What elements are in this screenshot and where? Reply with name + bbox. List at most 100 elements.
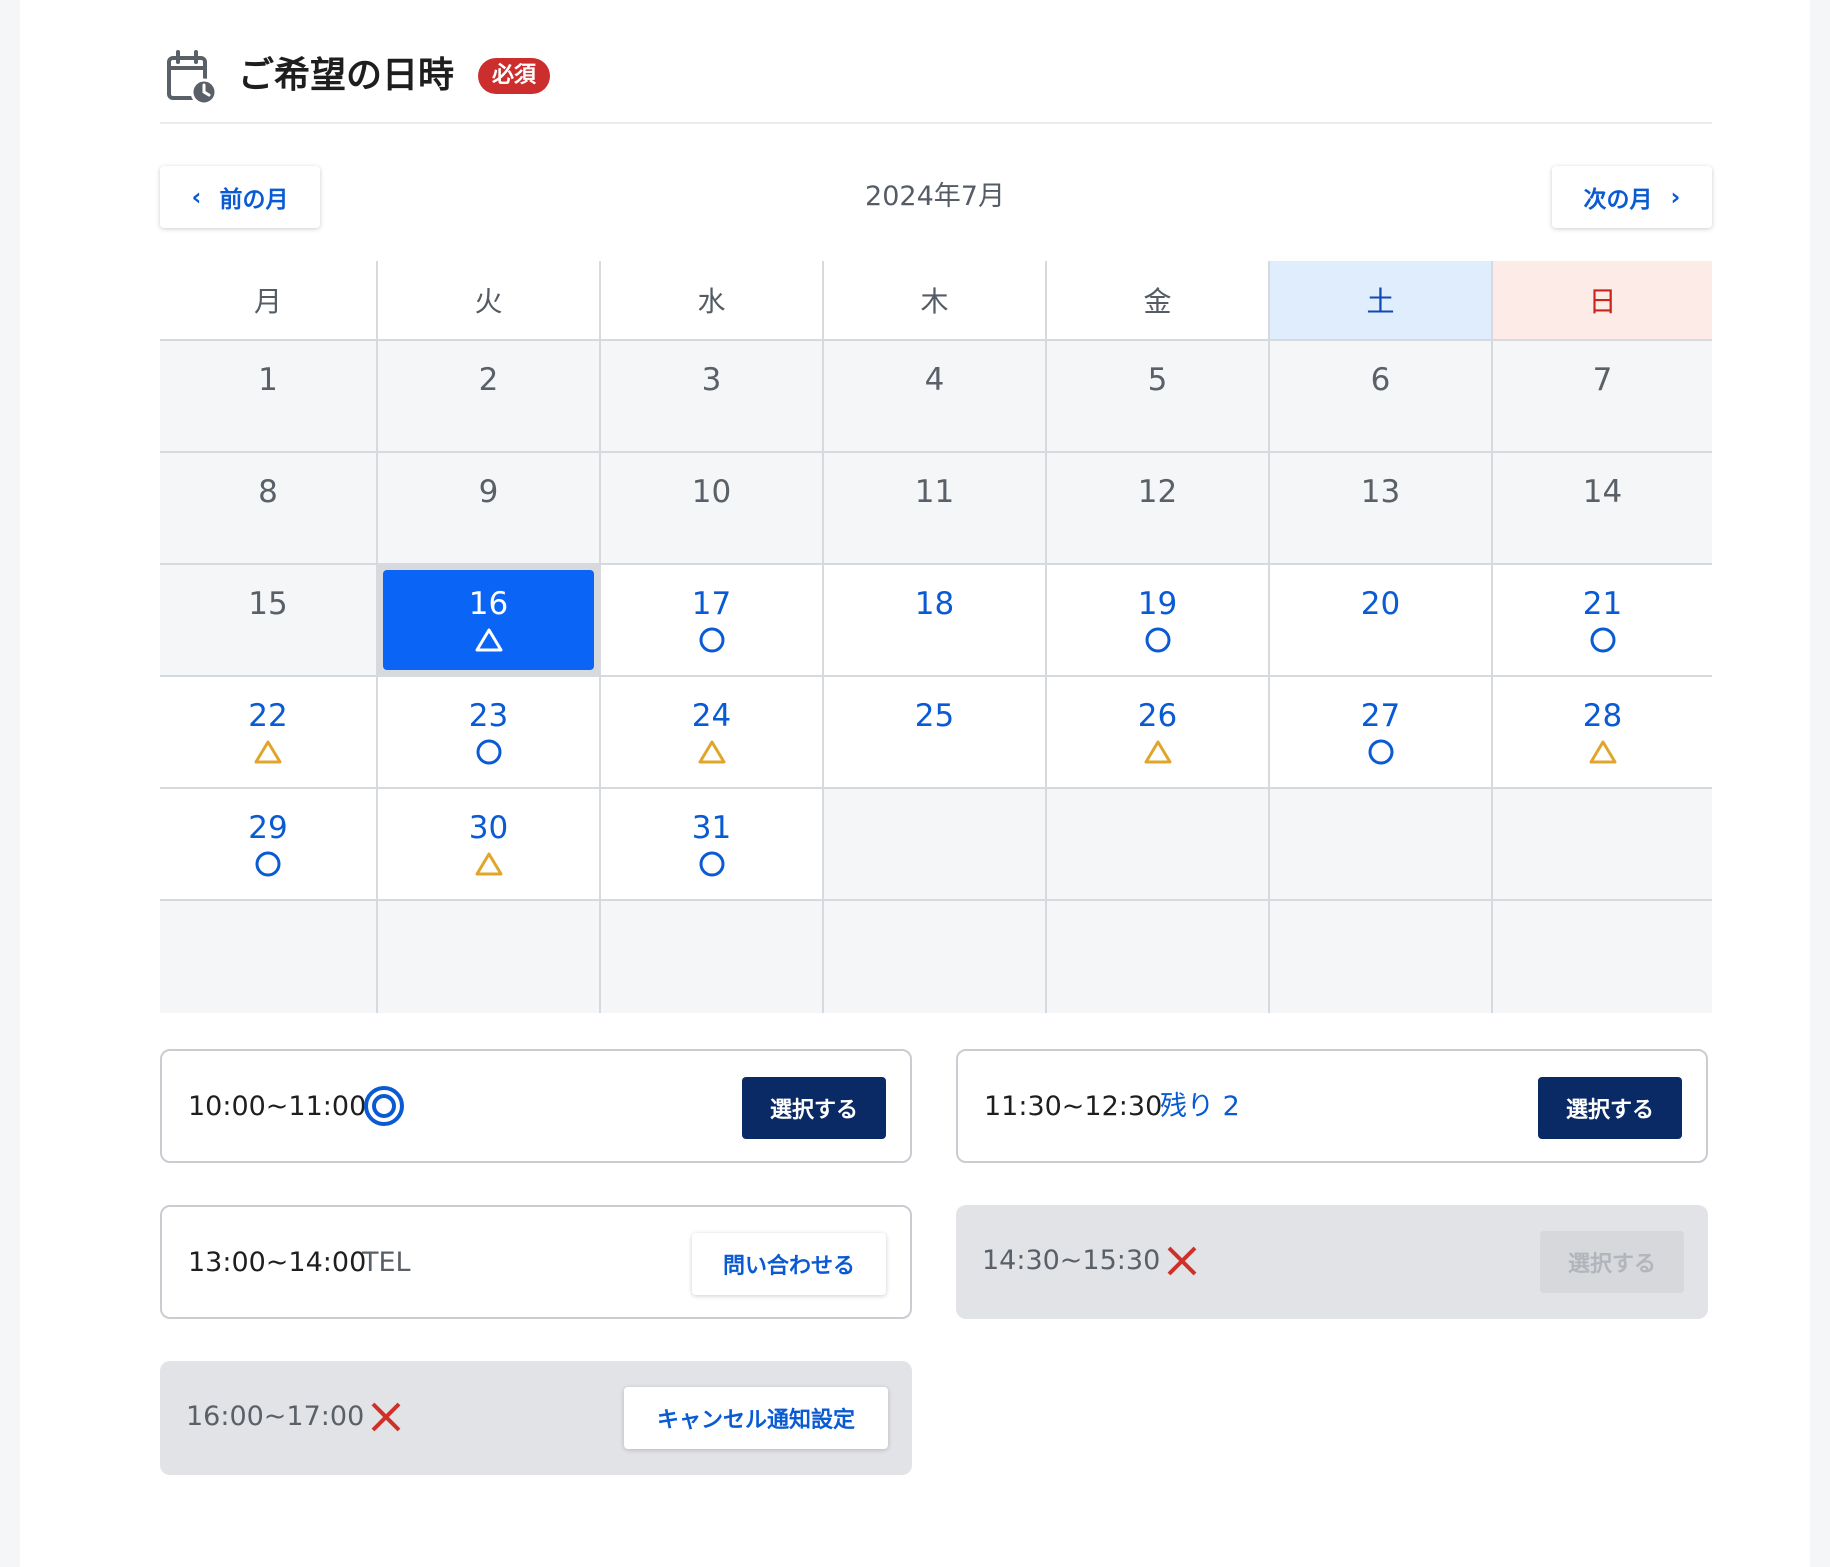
next-month-label: 次の月 [1583,187,1653,213]
day-number: 2 [478,362,499,398]
calendar-day[interactable]: 31 [601,789,824,901]
remaining-count: 残り 2 [1160,1091,1240,1122]
calendar-empty-cell [378,901,601,1013]
calendar-day[interactable]: 20 [1270,565,1493,677]
calendar-day: 10 [601,453,824,565]
day-number: 19 [1137,586,1178,622]
chevron-left-icon: ‹ [191,183,202,211]
calendar-empty-cell [824,789,1047,901]
day-number: 26 [1137,698,1178,734]
select-button[interactable]: 選択する [742,1077,886,1139]
calendar-day: 3 [601,341,824,453]
day-number: 7 [1592,362,1613,398]
triangle-icon [160,737,376,767]
slot-time: 13:00~14:00 [188,1247,367,1278]
calendar-day[interactable]: 21 [1493,565,1712,677]
day-number: 29 [248,810,288,846]
slot-time: 10:00~11:00 [188,1091,367,1122]
calendar-day[interactable]: 16 [378,565,601,677]
weekday-thu: 木 [824,261,1047,341]
reservation-card: ご希望の日時 必須 ‹ 前の月 2024年7月 次の月 › 月 火 水 木 金 … [20,0,1810,1567]
day-number: 3 [701,362,722,398]
required-badge: 必須 [478,58,551,94]
calendar-day[interactable]: 24 [601,677,824,789]
calendar-day[interactable]: 30 [378,789,601,901]
weekday-sun: 日 [1493,261,1712,341]
circle-icon [160,849,376,879]
day-number: 27 [1360,698,1401,734]
day-number: 18 [914,586,955,622]
triangle-icon [1047,737,1268,767]
weekday-mon: 月 [160,261,378,341]
calendar-clock-icon [167,50,218,106]
calendar-day: 14 [1493,453,1712,565]
day-number: 1 [258,362,278,398]
triangle-icon [1493,737,1712,767]
weekday-tue: 火 [378,261,601,341]
calendar-day[interactable]: 27 [1270,677,1493,789]
prev-month-label: 前の月 [219,187,289,213]
calendar-day[interactable]: 29 [160,789,378,901]
day-number: 16 [468,586,509,622]
calendar-day[interactable]: 23 [378,677,601,789]
day-number: 8 [258,474,278,510]
triangle-icon [378,625,599,655]
time-slot: 10:00~11:00 選択する [160,1049,912,1163]
day-number: 15 [248,586,288,622]
circle-icon [1047,625,1268,655]
day-number: 22 [248,698,288,734]
circle-icon [601,625,822,655]
calendar-day: 6 [1270,341,1493,453]
tel-label: TEL [362,1247,411,1278]
page-title: ご希望の日時 [238,55,455,96]
triangle-icon [378,849,599,879]
day-number: 5 [1147,362,1168,398]
calendar-day: 9 [378,453,601,565]
calendar-day[interactable]: 19 [1047,565,1270,677]
weekday-wed: 水 [601,261,824,341]
day-number: 30 [468,810,509,846]
circle-icon [601,849,822,879]
cancel-notify-button[interactable]: キャンセル通知設定 [624,1387,888,1449]
cross-icon [1167,1246,1197,1276]
prev-month-button[interactable]: ‹ 前の月 [160,166,320,228]
calendar-day: 1 [160,341,378,453]
calendar-day: 13 [1270,453,1493,565]
triangle-icon [601,737,822,767]
select-button[interactable]: 選択する [1538,1077,1682,1139]
time-slot: 14:30~15:30 選択する [956,1205,1708,1319]
calendar-day[interactable]: 25 [824,677,1047,789]
chevron-right-icon: › [1670,183,1681,211]
circle-icon [378,737,599,767]
calendar-day: 11 [824,453,1047,565]
day-number: 24 [691,698,732,734]
day-number: 11 [914,474,955,510]
time-slot: 11:30~12:30 残り 2 選択する [956,1049,1708,1163]
next-month-button[interactable]: 次の月 › [1552,166,1712,228]
day-number: 17 [691,586,732,622]
calendar-empty-cell [601,901,824,1013]
time-slot: 13:00~14:00 TEL 問い合わせる [160,1205,912,1319]
calendar-empty-cell [1493,789,1712,901]
calendar-day: 7 [1493,341,1712,453]
inquire-button[interactable]: 問い合わせる [692,1233,886,1295]
day-number: 25 [914,698,955,734]
circle-icon [1493,625,1712,655]
calendar-day: 8 [160,453,378,565]
day-number: 21 [1582,586,1623,622]
calendar-empty-cell [160,901,378,1013]
slot-time: 14:30~15:30 [982,1245,1161,1276]
time-slot: 16:00~17:00 キャンセル通知設定 [160,1361,912,1475]
calendar-day[interactable]: 26 [1047,677,1270,789]
calendar-day[interactable]: 28 [1493,677,1712,789]
calendar-day[interactable]: 22 [160,677,378,789]
day-number: 31 [691,810,732,846]
calendar-day: 2 [378,341,601,453]
calendar-empty-cell [1270,901,1493,1013]
day-number: 28 [1582,698,1623,734]
calendar-empty-cell [1270,789,1493,901]
calendar-day[interactable]: 17 [601,565,824,677]
calendar-grid: 月 火 水 木 金 土 日 1 2 3 4 5 6 7 8 9 10 11 12 13 14 15 16 17 1… [160,261,1712,1013]
calendar-day[interactable]: 18 [824,565,1047,677]
calendar-day: 12 [1047,453,1270,565]
